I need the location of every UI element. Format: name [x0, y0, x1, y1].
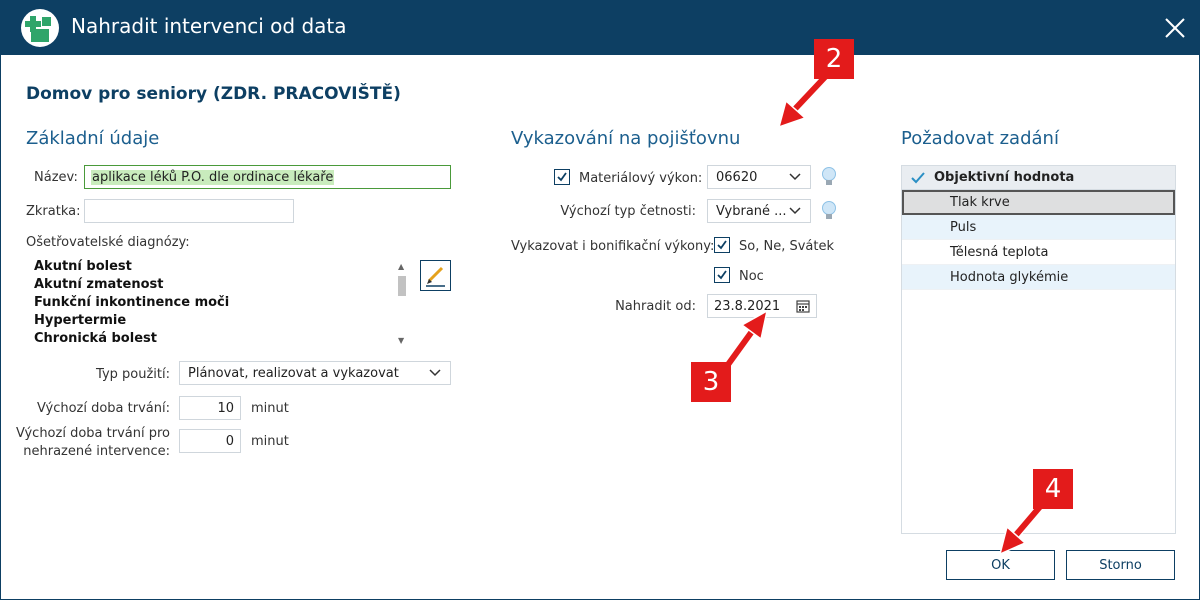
checkmark-icon [557, 172, 567, 182]
duration2-unit: minut [251, 434, 289, 449]
required-table-header[interactable]: Objektivní hodnota [902, 166, 1175, 190]
diagnoses-scrollbar[interactable]: ▲ ▼ [395, 262, 409, 352]
bonus-night-label: Noc [739, 269, 764, 284]
pencil-icon [426, 266, 445, 287]
list-item[interactable]: Chronická bolest [26, 330, 410, 348]
duration2-label-line1: Výchozí doba trvání pro [15, 426, 170, 441]
usage-value: Plánovat, realizovat a vykazovat [188, 365, 399, 381]
freq-label: Výchozí typ četnosti: [560, 204, 696, 219]
name-label: Název: [34, 170, 78, 185]
chevron-down-icon [429, 369, 441, 377]
title-bar: Nahradit intervenci od data [0, 0, 1200, 55]
callout-badge: 2 [814, 39, 854, 79]
cancel-button[interactable]: Storno [1066, 550, 1175, 580]
list-item[interactable]: Hypertermie [26, 312, 410, 330]
section-basic-title: Základní údaje [26, 128, 160, 149]
list-item[interactable]: Funkční inkontinence moči [26, 294, 410, 312]
bonus-label: Vykazovat i bonifikační výkony: [511, 239, 715, 254]
scroll-thumb[interactable] [398, 276, 406, 296]
row-label: Hodnota glykémie [950, 269, 1069, 285]
replace-date-value: 23.8.2021 [714, 298, 781, 314]
material-checkbox[interactable] [554, 169, 570, 185]
abbr-label: Zkratka: [26, 204, 81, 219]
list-item[interactable]: Akutní bolest [26, 258, 410, 276]
diagnoses-label: Ošetřovatelské diagnózy: [26, 235, 190, 250]
window-title: Nahradit intervenci od data [71, 14, 347, 38]
section-required-title: Požadovat zadání [901, 128, 1059, 149]
material-label: Materiálový výkon: [579, 171, 703, 186]
chevron-down-icon [789, 207, 801, 215]
lightbulb-icon[interactable] [820, 166, 838, 188]
material-value: 06620 [716, 169, 758, 185]
section-insurance-title: Vykazování na pojišťovnu [511, 128, 741, 149]
duration-label: Výchozí doba trvání: [36, 401, 170, 416]
app-logo-icon [21, 9, 59, 47]
callout-badge: 4 [1033, 469, 1073, 509]
checkmark-icon [911, 171, 925, 183]
duration2-label-line2: nehrazené intervence: [23, 444, 170, 459]
usage-label: Typ použití: [96, 367, 170, 382]
duration-input[interactable]: 10 [179, 396, 241, 420]
bonus-night-checkbox[interactable] [714, 267, 730, 283]
scroll-down-icon[interactable]: ▼ [398, 336, 404, 345]
freq-value: Vybrané ... [716, 203, 787, 219]
close-icon[interactable] [1160, 13, 1190, 43]
edit-diagnoses-button[interactable] [420, 260, 451, 291]
name-input[interactable]: aplikace léků P.O. dle ordinace lékaře [84, 165, 451, 189]
row-label: Tlak krve [950, 195, 1010, 210]
duration-unit: minut [251, 401, 289, 416]
scroll-up-icon[interactable]: ▲ [398, 262, 404, 271]
replace-label: Nahradit od: [615, 299, 696, 314]
page-title: Domov pro seniory (ZDR. PRACOVIŠTĚ) [26, 84, 401, 104]
required-header-label: Objektivní hodnota [934, 170, 1075, 185]
usage-select[interactable]: Plánovat, realizovat a vykazovat [179, 361, 451, 385]
table-row[interactable]: Tlak krve [902, 190, 1175, 215]
table-row[interactable]: Puls [902, 215, 1175, 240]
lightbulb-icon[interactable] [820, 200, 838, 222]
bonus-weekend-label: So, Ne, Svátek [739, 239, 834, 254]
list-item[interactable]: Akutní zmatenost [26, 276, 410, 294]
replace-date-input[interactable]: 23.8.2021 [707, 294, 817, 318]
checkmark-icon [717, 270, 727, 280]
callout-badge: 3 [691, 362, 731, 402]
duration2-input[interactable]: 0 [179, 429, 241, 453]
row-label: Puls [950, 219, 977, 235]
material-select[interactable]: 06620 [707, 165, 811, 189]
checkmark-icon [717, 240, 727, 250]
bonus-weekend-checkbox[interactable] [714, 237, 730, 253]
freq-select[interactable]: Vybrané ... [707, 199, 811, 223]
name-value: aplikace léků P.O. dle ordinace lékaře [91, 169, 335, 185]
table-row[interactable]: Tělesná teplota [902, 240, 1175, 265]
ok-button[interactable]: OK [946, 550, 1055, 580]
calendar-icon[interactable] [796, 299, 810, 313]
diagnoses-list[interactable]: Akutní bolest Akutní zmatenost Funkční i… [26, 258, 410, 352]
table-row[interactable]: Hodnota glykémie [902, 265, 1175, 290]
abbr-input[interactable] [84, 199, 294, 223]
row-label: Tělesná teplota [950, 244, 1049, 260]
chevron-down-icon [789, 173, 801, 181]
